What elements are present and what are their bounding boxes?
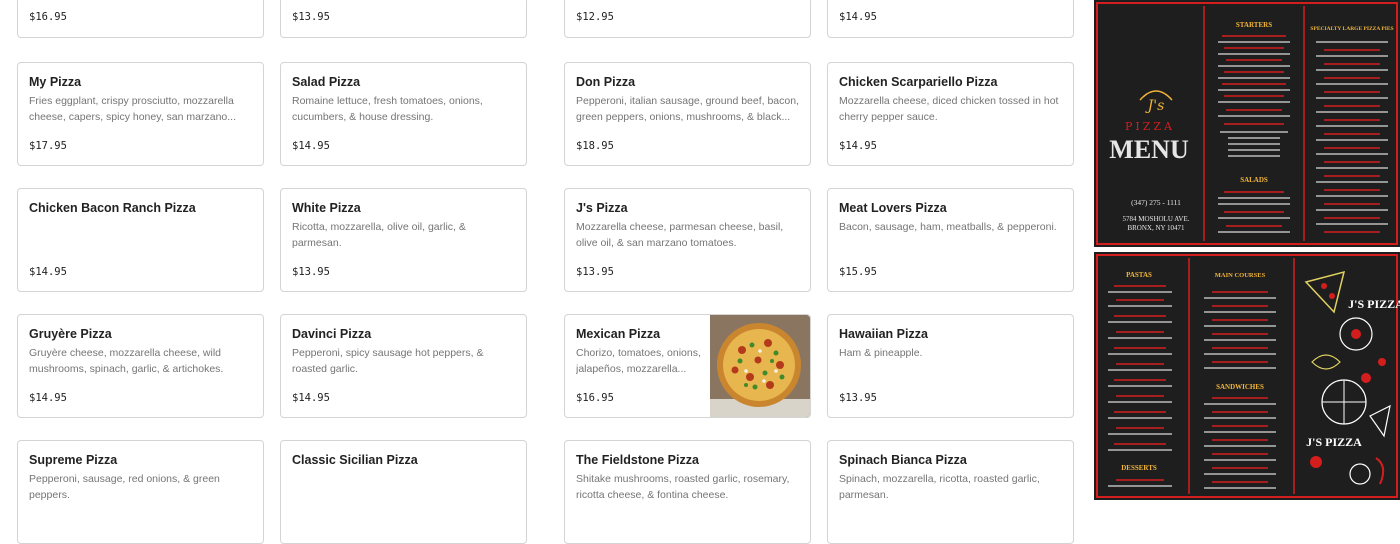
menu-item-card[interactable]: Chicken Scarpariello Pizza Mozzarella ch… (827, 62, 1074, 166)
menu-address-line-1: 5784 MOSHOLU AVE. (1123, 215, 1190, 223)
menu-item-card[interactable]: J's Pizza Mozzarella cheese, parmesan ch… (564, 188, 811, 292)
menu-section-specialty: SPECIALTY LARGE PIZZA PIES (1310, 26, 1393, 32)
item-price: $14.95 (292, 140, 330, 152)
item-description: Pepperoni, sausage, red onions, & green … (29, 473, 220, 501)
item-price: $16.95 (29, 11, 67, 23)
item-description: Mozzarella cheese, diced chicken tossed … (839, 95, 1059, 123)
menu-item-grid: $16.95 $13.95 $12.95 $14.95 My Pizza Fri… (0, 0, 1094, 544)
menu-image-back[interactable]: PASTAS MAIN COURSES SANDWICHES DESSERTS (1094, 252, 1400, 500)
brand-logo-text: J's (1145, 98, 1165, 114)
item-price: $16.95 (576, 392, 614, 404)
menu-item-card[interactable]: $16.95 (17, 0, 264, 38)
menu-address-line-2: BRONX, NY 10471 (1127, 224, 1185, 232)
item-name: J's Pizza (576, 201, 628, 215)
menu-section-main-courses: MAIN COURSES (1215, 272, 1266, 279)
item-description: Gruyère cheese, mozzarella cheese, wild … (29, 347, 224, 375)
item-price: $13.95 (839, 392, 877, 404)
item-description: Romaine lettuce, fresh tomatoes, onions,… (292, 95, 483, 123)
item-price: $14.95 (839, 140, 877, 152)
item-name: The Fieldstone Pizza (576, 453, 699, 467)
menu-item-card[interactable]: $12.95 (564, 0, 811, 38)
item-name: Gruyère Pizza (29, 327, 112, 341)
menu-item-card[interactable]: Hawaiian Pizza Ham & pineapple. $13.95 (827, 314, 1074, 418)
item-name: Supreme Pizza (29, 453, 118, 467)
item-description: Pepperoni, spicy sausage hot peppers, & … (292, 347, 484, 375)
menu-item-card[interactable]: My Pizza Fries eggplant, crispy prosciut… (17, 62, 264, 166)
item-name: Mexican Pizza (576, 327, 661, 341)
item-name: Spinach Bianca Pizza (839, 453, 967, 467)
item-price: $14.95 (29, 266, 67, 278)
item-name: Hawaiian Pizza (839, 327, 928, 341)
item-name: White Pizza (292, 201, 361, 215)
menu-section-desserts: DESSERTS (1121, 464, 1157, 472)
item-price: $12.95 (576, 11, 614, 23)
item-price: $14.95 (839, 11, 877, 23)
menu-phone: (347) 275 - 1111 (1131, 198, 1181, 207)
item-description: Pepperoni, italian sausage, ground beef,… (576, 95, 799, 123)
pizza-photo (710, 315, 810, 417)
menu-subtitle: PIZZA (1125, 120, 1175, 133)
menu-section-sandwiches: SANDWICHES (1216, 383, 1264, 391)
menu-section-salads: SALADS (1240, 176, 1268, 184)
item-name: Davinci Pizza (292, 327, 372, 341)
item-price: $15.95 (839, 266, 877, 278)
menu-brand-top: J'S PIZZA (1348, 297, 1400, 311)
item-description: Chorizo, tomatoes, onions, jalapeños, mo… (576, 347, 701, 375)
item-name: Salad Pizza (292, 75, 361, 89)
menu-image-front[interactable]: J's PIZZA MENU (347) 275 - 1111 5784 MOS… (1094, 0, 1400, 247)
item-name: Meat Lovers Pizza (839, 201, 947, 215)
item-description: Ham & pineapple. (839, 347, 923, 359)
menu-item-card[interactable]: $13.95 (280, 0, 527, 38)
menu-title: MENU (1109, 135, 1189, 164)
menu-section-starters: STARTERS (1236, 21, 1272, 29)
menu-item-card[interactable]: Meat Lovers Pizza Bacon, sausage, ham, m… (827, 188, 1074, 292)
item-price: $18.95 (576, 140, 614, 152)
item-price: $13.95 (292, 266, 330, 278)
item-price: $14.95 (292, 392, 330, 404)
menu-brand-bottom: J'S PIZZA (1306, 435, 1362, 449)
item-name: Classic Sicilian Pizza (292, 453, 418, 467)
menu-item-card[interactable]: Chicken Bacon Ranch Pizza $14.95 (17, 188, 264, 292)
item-price: $13.95 (292, 11, 330, 23)
menu-item-card[interactable]: Gruyère Pizza Gruyère cheese, mozzarella… (17, 314, 264, 418)
menu-item-card[interactable]: Davinci Pizza Pepperoni, spicy sausage h… (280, 314, 527, 418)
item-price: $17.95 (29, 140, 67, 152)
item-description: Bacon, sausage, ham, meatballs, & pepper… (839, 221, 1057, 233)
item-name: My Pizza (29, 75, 82, 89)
item-name: Don Pizza (576, 75, 636, 89)
item-description: Fries eggplant, crispy prosciutto, mozza… (29, 95, 236, 123)
menu-item-card[interactable]: White Pizza Ricotta, mozzarella, olive o… (280, 188, 527, 292)
menu-item-card[interactable]: The Fieldstone Pizza Shitake mushrooms, … (564, 440, 811, 544)
item-description: Mozzarella cheese, parmesan cheese, basi… (576, 221, 784, 249)
menu-item-card[interactable]: Don Pizza Pepperoni, italian sausage, gr… (564, 62, 811, 166)
menu-item-card[interactable]: $14.95 (827, 0, 1074, 38)
menu-item-card[interactable]: Mexican Pizza Chorizo, tomatoes, onions,… (564, 314, 811, 418)
item-name: Chicken Bacon Ranch Pizza (29, 201, 196, 215)
item-description: Shitake mushrooms, roasted garlic, rosem… (576, 473, 790, 501)
item-description: Ricotta, mozzarella, olive oil, garlic, … (292, 221, 466, 249)
menu-item-card[interactable]: Salad Pizza Romaine lettuce, fresh tomat… (280, 62, 527, 166)
item-price: $14.95 (29, 392, 67, 404)
menu-item-card[interactable]: Supreme Pizza Pepperoni, sausage, red on… (17, 440, 264, 544)
item-description: Spinach, mozzarella, ricotta, roasted ga… (839, 473, 1040, 501)
menu-item-card[interactable]: Spinach Bianca Pizza Spinach, mozzarella… (827, 440, 1074, 544)
menu-section-pastas: PASTAS (1126, 271, 1152, 279)
menu-item-card[interactable]: Classic Sicilian Pizza (280, 440, 527, 544)
item-price: $13.95 (576, 266, 614, 278)
item-name: Chicken Scarpariello Pizza (839, 75, 998, 89)
